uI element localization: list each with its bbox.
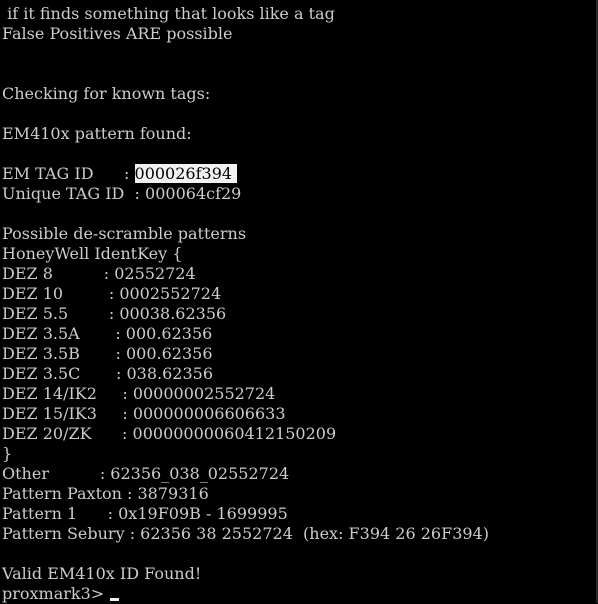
output-line: DEZ 15/IK3 : 000000006606633 bbox=[2, 404, 286, 423]
output-line: DEZ 3.5A : 000.62356 bbox=[2, 324, 213, 343]
em-tag-id-label: EM TAG ID : bbox=[2, 164, 135, 183]
output-line: } bbox=[2, 444, 13, 463]
output-line: if it finds something that looks like a … bbox=[2, 4, 335, 23]
output-line: Valid EM410x ID Found! bbox=[2, 564, 202, 583]
output-line: DEZ 8 : 02552724 bbox=[2, 264, 196, 283]
selected-em-tag-id[interactable]: 000026f394 bbox=[134, 164, 238, 183]
output-line: Other : 62356_038_02552724 bbox=[2, 464, 290, 483]
output-line: Pattern Sebury : 62356 38 2552724 (hex: … bbox=[2, 524, 489, 543]
output-line: DEZ 3.5B : 000.62356 bbox=[2, 344, 213, 363]
text-cursor bbox=[110, 598, 120, 601]
output-line: Pattern Paxton : 3879316 bbox=[2, 484, 209, 503]
output-line: False Positives ARE possible bbox=[2, 24, 233, 43]
output-line: EM410x pattern found: bbox=[2, 124, 192, 143]
prompt-text: proxmark3> bbox=[2, 584, 105, 603]
output-line: DEZ 20/ZK : 00000000060412150209 bbox=[2, 424, 337, 443]
output-line: DEZ 3.5C : 038.62356 bbox=[2, 364, 213, 383]
output-line: DEZ 10 : 0002552724 bbox=[2, 284, 222, 303]
terminal-window[interactable]: if it finds something that looks like a … bbox=[0, 0, 598, 603]
output-line: Pattern 1 : 0x19F09B - 1699995 bbox=[2, 504, 288, 523]
output-line: DEZ 14/IK2 : 00000002552724 bbox=[2, 384, 276, 403]
command-prompt-line[interactable]: proxmark3> bbox=[2, 584, 120, 604]
output-line: DEZ 5.5 : 00038.62356 bbox=[2, 304, 227, 323]
output-line: HoneyWell IdentKey { bbox=[2, 244, 183, 263]
output-line: Possible de-scramble patterns bbox=[2, 224, 247, 243]
em-tag-id-line: EM TAG ID : 000026f394 bbox=[2, 164, 238, 184]
output-line: Unique TAG ID : 000064cf29 bbox=[2, 184, 242, 203]
output-line: Checking for known tags: bbox=[2, 84, 211, 103]
